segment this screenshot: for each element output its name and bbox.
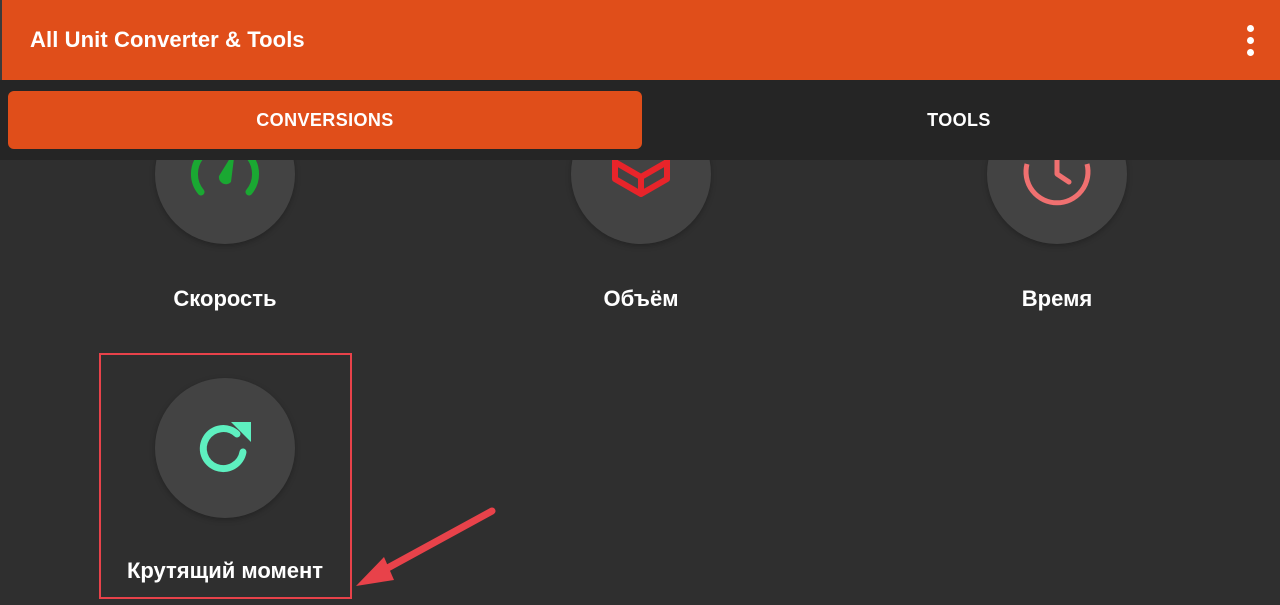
tab-conversions[interactable]: CONVERSIONS (8, 91, 642, 149)
more-vert-icon-dot (1247, 49, 1254, 56)
category-time-circle (987, 160, 1127, 244)
clock-icon (1023, 160, 1091, 206)
highlight-box (99, 353, 352, 599)
app-window: All Unit Converter & Tools CONVERSIONS T… (0, 0, 1280, 605)
category-label: Объём (603, 286, 679, 311)
category-volume[interactable]: Объём (511, 160, 771, 320)
category-speed[interactable]: Скорость (95, 160, 355, 320)
app-bar: All Unit Converter & Tools (0, 0, 1280, 80)
more-vert-icon (1247, 25, 1254, 32)
category-label: Время (1021, 286, 1093, 311)
more-vert-icon-dot (1247, 37, 1254, 44)
speedometer-icon (191, 160, 259, 196)
category-label: Скорость (173, 286, 277, 311)
more-options-button[interactable] (1238, 22, 1262, 58)
category-speed-circle (155, 160, 295, 244)
category-time[interactable]: Время (927, 160, 1187, 320)
category-volume-circle (571, 160, 711, 244)
app-title: All Unit Converter & Tools (30, 27, 305, 52)
tab-bar: CONVERSIONS TOOLS (0, 80, 1280, 160)
cube-icon (612, 160, 670, 197)
tab-tools[interactable]: TOOLS (642, 91, 1276, 149)
